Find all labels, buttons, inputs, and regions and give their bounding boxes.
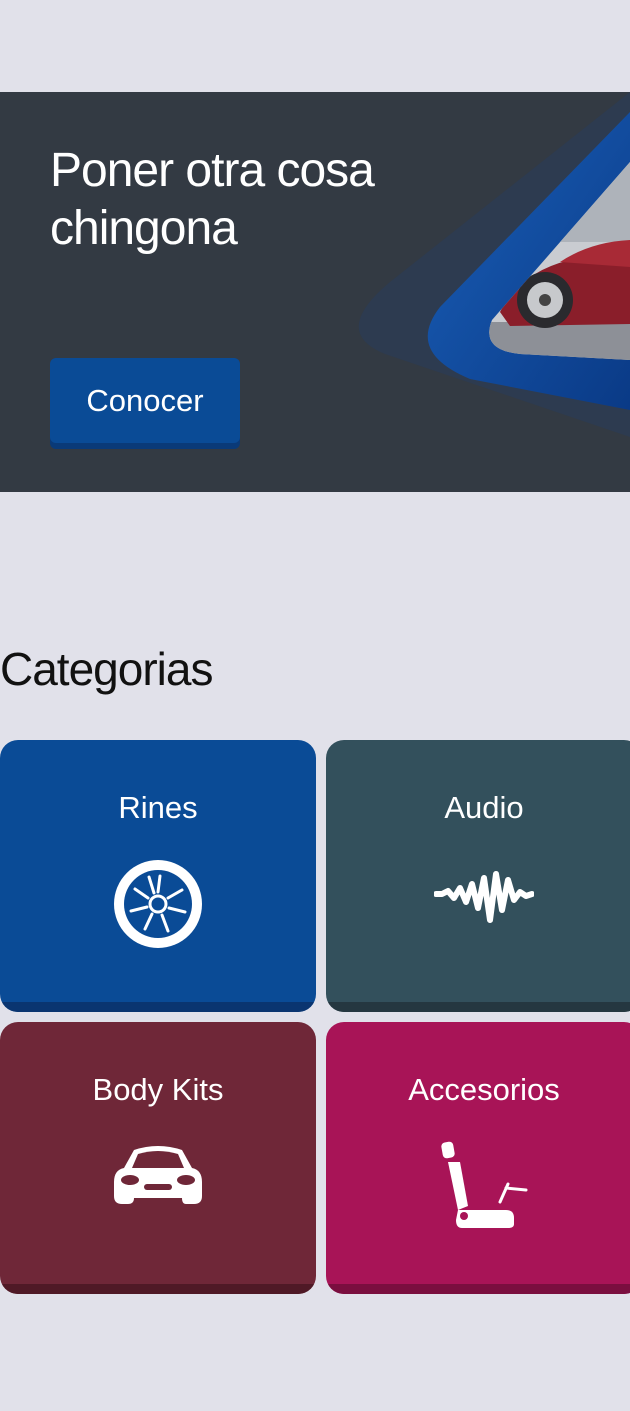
category-card-accesorios[interactable]: Accesorios <box>326 1022 630 1294</box>
category-label: Audio <box>444 790 524 825</box>
category-label: Rines <box>118 790 198 825</box>
conocer-button[interactable]: Conocer <box>50 358 240 443</box>
wheel-icon <box>114 860 202 948</box>
car-icon <box>114 1146 202 1204</box>
card-shadow <box>326 1284 630 1294</box>
category-label: Body Kits <box>92 1072 224 1107</box>
hero-title: Poner otra cosa chingona <box>50 144 375 255</box>
card-shadow <box>0 1284 316 1294</box>
hero-banner: Poner otra cosa chingona Conocer <box>0 92 630 492</box>
card-shadow <box>0 1002 316 1012</box>
audio-wave-icon <box>434 871 534 923</box>
category-label: Accesorios <box>408 1072 560 1107</box>
category-card-body-kits[interactable]: Body Kits <box>0 1022 316 1294</box>
categories-title: Categorias <box>0 643 213 695</box>
car-seat-icon <box>441 1141 528 1228</box>
card-shadow <box>326 1002 630 1012</box>
category-card-rines[interactable]: Rines <box>0 740 316 1012</box>
category-card-audio[interactable]: Audio <box>326 740 630 1012</box>
